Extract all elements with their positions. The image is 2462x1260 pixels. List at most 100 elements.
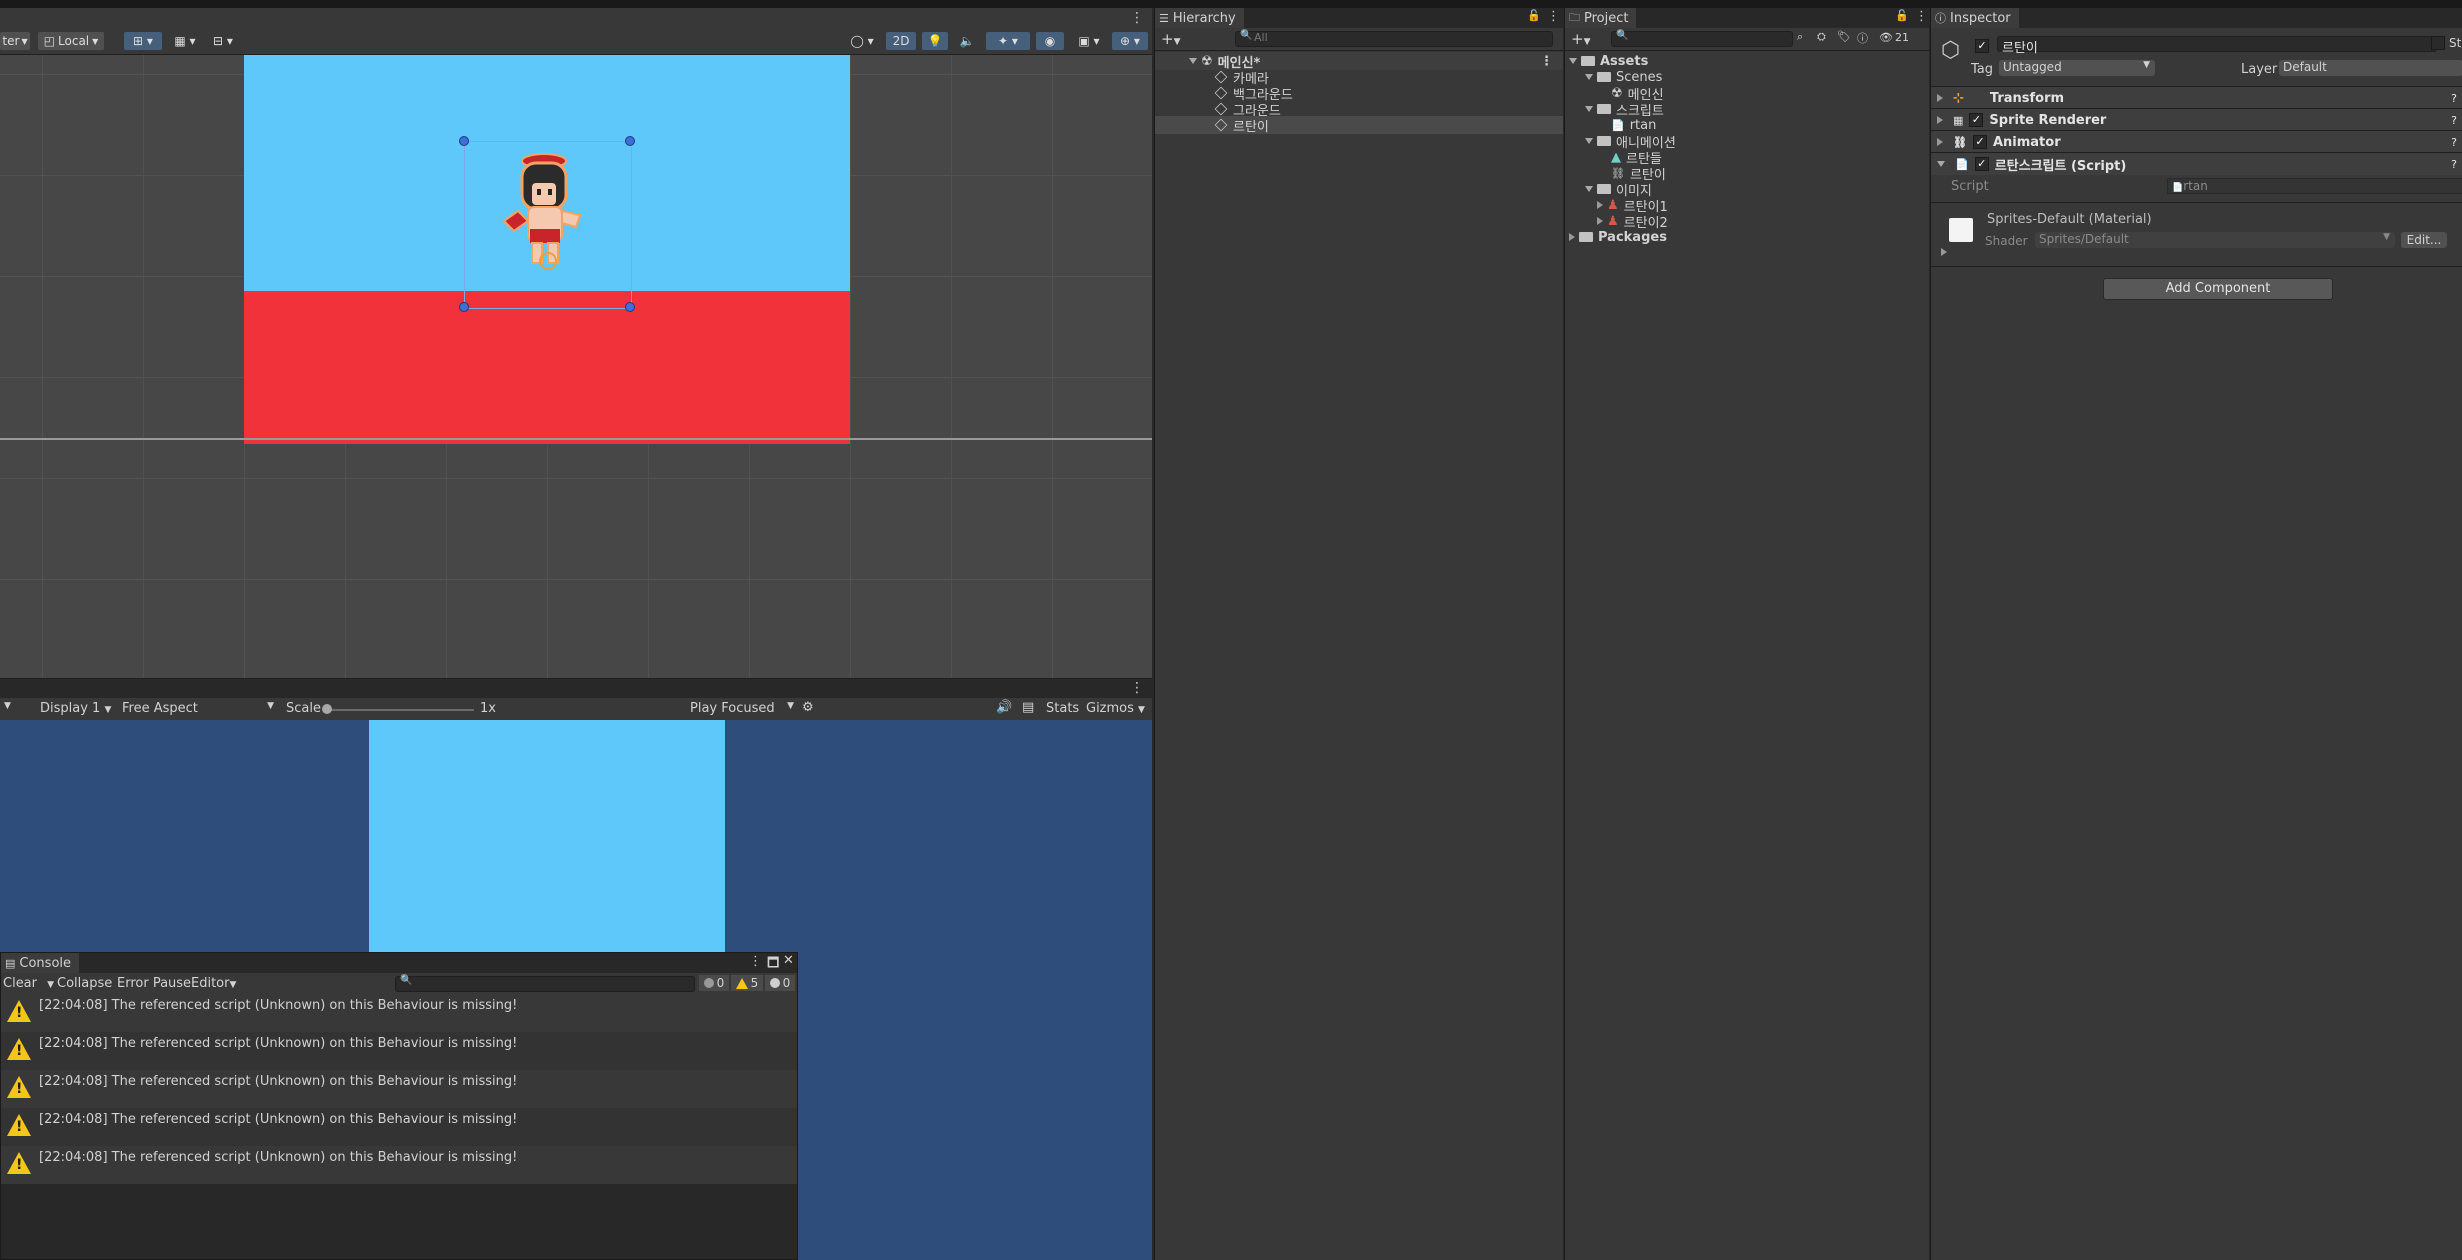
inspector-tab[interactable]: ⓘ Inspector — [1931, 8, 2019, 28]
project-tab[interactable]: 🗀 Project — [1565, 8, 1637, 28]
stats-button[interactable]: Stats — [1046, 701, 1079, 716]
log-entry[interactable]: ! [22:04:08] The referenced script (Unkno… — [1, 1146, 797, 1184]
resize-handle-bl[interactable] — [459, 302, 469, 312]
enabled-checkbox[interactable]: ✓ — [1974, 157, 1989, 171]
collapse-button[interactable]: Collapse — [57, 976, 112, 991]
expand-icon[interactable] — [1937, 161, 1945, 167]
audio-toggle-icon[interactable]: 🔈 — [954, 32, 980, 50]
expand-icon[interactable] — [1585, 138, 1593, 144]
layer-dropdown[interactable]: Default — [2279, 60, 2462, 76]
gizmos-toggle-icon[interactable]: ⊕ ▾ — [1112, 32, 1148, 50]
component-animator[interactable]: ⛓ ✓ Animator ? — [1931, 130, 2462, 153]
scene-visibility-icon[interactable]: ◉ — [1036, 32, 1064, 50]
gizmos-button[interactable]: Gizmos ▼ — [1086, 701, 1145, 716]
log-entry[interactable]: ! [22:04:08] The referenced script (Unkno… — [1, 1032, 797, 1070]
mute-audio-icon[interactable]: 🔊 — [996, 700, 1012, 715]
tag-filter-icon[interactable]: 🏷 — [1837, 30, 1851, 43]
log-entry[interactable]: ! [22:04:08] The referenced script (Unkno… — [1, 1108, 797, 1146]
tag-dropdown[interactable]: Untagged ▼ — [1999, 60, 2155, 76]
error-pause-button[interactable]: Error Pause — [117, 976, 191, 991]
lock-icon[interactable]: 🔓 — [1527, 9, 1541, 22]
help-icon[interactable]: ? — [2451, 92, 2457, 105]
log-entry[interactable]: ! [22:04:08] The referenced script (Unkno… — [1, 1070, 797, 1108]
resize-handle-br[interactable] — [625, 302, 635, 312]
scene-ground[interactable] — [244, 291, 850, 444]
effects-toggle-icon[interactable]: ✦ ▾ — [986, 32, 1030, 50]
expand-icon[interactable] — [1597, 201, 1603, 209]
log-entry[interactable]: ! [22:04:08] The referenced script (Unkno… — [1, 994, 797, 1032]
active-checkbox[interactable]: ✓ — [1975, 38, 1995, 53]
project-create-button[interactable]: +▼ — [1571, 30, 1591, 48]
enabled-checkbox[interactable]: ✓ — [1972, 135, 1987, 149]
shader-dropdown[interactable]: Sprites/Default ▼ — [2035, 232, 2395, 248]
help-icon[interactable]: ? — [2451, 158, 2457, 171]
frame-debug-icon[interactable]: ⚙ — [802, 700, 814, 715]
expand-icon[interactable] — [1937, 138, 1943, 146]
game-mode-dropdown[interactable]: ▼ — [4, 701, 11, 711]
component-sprite-renderer[interactable]: ▦ ✓ Sprite Renderer ? — [1931, 108, 2462, 131]
space-dropdown[interactable]: ◰ Local ▼ — [38, 32, 104, 50]
resize-handle-tl[interactable] — [459, 136, 469, 146]
game-menu-kebab[interactable]: ⋮ — [1130, 680, 1144, 696]
scene-view[interactable] — [0, 55, 1152, 678]
expand-icon[interactable] — [1597, 217, 1603, 225]
clear-button[interactable]: Clear ▼ — [3, 976, 54, 991]
search-by-type-icon[interactable]: ⌕ — [1797, 30, 1803, 44]
draw-mode-button[interactable]: ◯ ▾ — [844, 32, 880, 50]
object-name-field[interactable]: 르탄이 — [1997, 36, 2437, 56]
expand-icon[interactable] — [1569, 58, 1577, 64]
hierarchy-tab[interactable]: ☰ Hierarchy — [1155, 8, 1244, 28]
create-button[interactable]: +▼ — [1161, 30, 1181, 48]
gameobject-large-icon[interactable]: ⬡ — [1941, 38, 1960, 63]
aspect-dropdown[interactable]: Free Aspect ▼ — [122, 701, 274, 716]
increment-snap-button[interactable]: ⊟ ▾ — [206, 32, 240, 50]
project-menu-kebab[interactable]: ⋮ — [1915, 9, 1928, 24]
expand-icon[interactable] — [1569, 233, 1575, 241]
pivot-dropdown[interactable]: ter ▼ — [0, 32, 30, 50]
component-script[interactable]: 📄 ✓ 르탄스크립트 (Script) ? — [1931, 152, 2462, 175]
static-checkbox[interactable]: Sta — [2431, 36, 2462, 50]
info-toggle-icon[interactable]: ⓘ — [1857, 30, 1868, 46]
scale-slider[interactable] — [322, 704, 474, 714]
lighting-toggle-icon[interactable]: 💡 — [922, 32, 948, 50]
expand-icon[interactable] — [1585, 106, 1593, 112]
info-count-toggle[interactable]: 0 — [699, 975, 729, 991]
resize-handle-tr[interactable] — [625, 136, 635, 146]
hierarchy-search-input[interactable]: 🔍 All — [1235, 30, 1553, 47]
add-component-button[interactable]: Add Component — [2103, 278, 2333, 300]
scene-menu-kebab[interactable]: ⋮ — [1540, 54, 1553, 69]
close-icon[interactable]: ✕ — [783, 953, 794, 968]
material-section[interactable]: Sprites-Default (Material) Shader Sprite… — [1931, 204, 2462, 264]
edit-shader-button[interactable]: Edit... — [2401, 232, 2447, 248]
console-tab[interactable]: ▤ Console — [1, 953, 80, 973]
grid-snap-button[interactable]: ⊞ ▾ — [124, 32, 162, 50]
vsync-icon[interactable]: ▤ — [1022, 700, 1034, 715]
project-folder-packages[interactable]: Packages — [1565, 228, 1929, 246]
project-search-input[interactable]: 🔍 — [1611, 30, 1793, 47]
hierarchy-menu-kebab[interactable]: ⋮ — [1547, 9, 1560, 24]
scale-slider-thumb[interactable] — [322, 704, 332, 714]
warning-count-toggle[interactable]: 5 — [731, 975, 763, 991]
rtan-character-sprite[interactable] — [484, 151, 604, 291]
search-by-label-icon[interactable]: ⛭ — [1817, 30, 1826, 44]
expand-icon[interactable] — [1937, 94, 1943, 102]
expand-icon[interactable] — [1189, 58, 1197, 64]
component-transform[interactable]: ⊹ Transform ? — [1931, 86, 2462, 109]
grid-visibility-button[interactable]: ▦ ▾ — [168, 32, 202, 50]
expand-icon[interactable] — [1937, 116, 1943, 124]
enabled-checkbox[interactable]: ✓ — [1969, 113, 1984, 127]
scene-menu-kebab[interactable]: ⋮ — [1130, 10, 1144, 26]
console-search-input[interactable]: 🔍 — [395, 975, 695, 992]
expand-icon[interactable] — [1941, 248, 1947, 256]
2d-toggle[interactable]: 2D — [886, 32, 916, 50]
script-object-field[interactable]: 📄rtan — [2167, 178, 2462, 194]
hierarchy-item-selected[interactable]: 르탄이 — [1155, 116, 1563, 135]
camera-settings-icon[interactable]: ▣ ▾ — [1070, 32, 1108, 50]
expand-icon[interactable] — [1585, 186, 1593, 192]
hidden-packages-icon[interactable]: 👁 21 — [1879, 31, 1909, 44]
console-menu-kebab[interactable]: ⋮ — [749, 954, 762, 969]
help-icon[interactable]: ? — [2451, 114, 2457, 127]
help-icon[interactable]: ? — [2451, 136, 2457, 149]
expand-icon[interactable] — [1585, 74, 1593, 80]
lock-icon[interactable]: 🔓 — [1895, 9, 1909, 22]
